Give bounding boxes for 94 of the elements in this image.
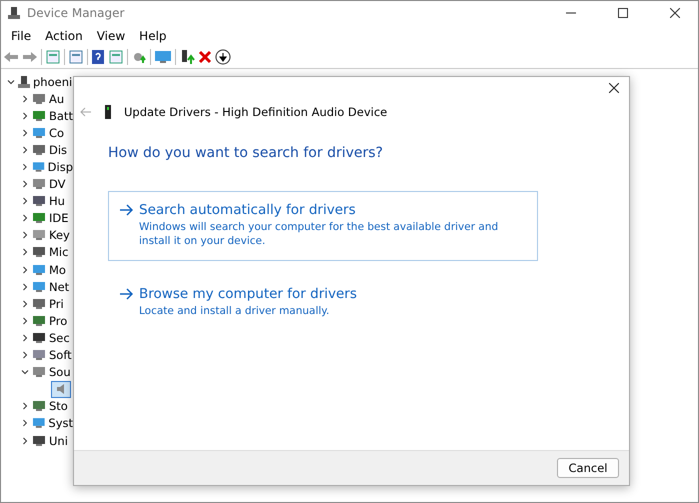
close-icon[interactable]: [670, 8, 680, 18]
close-icon[interactable]: [609, 83, 619, 93]
tree-item[interactable]: Pro: [49, 314, 68, 328]
device-icon: [32, 417, 46, 430]
search-option[interactable]: Search automatically for drivers Windows will search your computer for the best available driver and install it on your device.: [108, 191, 538, 261]
menu-item[interactable]: File: [5, 26, 38, 44]
chevron-right-icon[interactable]: [21, 112, 29, 120]
tree-item[interactable]: Disp: [48, 160, 73, 174]
device-icon: [32, 332, 46, 344]
tree-item[interactable]: Sou: [49, 365, 71, 380]
menu-item[interactable]: Action: [39, 26, 89, 44]
chevron-right-icon[interactable]: [21, 231, 29, 240]
tree-item[interactable]: Hu: [49, 194, 65, 208]
tree-item[interactable]: Uni: [49, 434, 68, 448]
tree-item[interactable]: IDE: [49, 211, 69, 226]
chevron-right-icon[interactable]: [21, 266, 29, 274]
chevron-right-icon[interactable]: [21, 402, 29, 410]
chevron-right-icon[interactable]: [21, 197, 29, 206]
tree-item[interactable]: Net: [49, 280, 70, 294]
chevron-right-icon[interactable]: [21, 282, 29, 291]
tree-item[interactable]: Soft: [49, 348, 72, 362]
chevron-down-icon[interactable]: [21, 368, 29, 376]
chevron-right-icon[interactable]: [21, 180, 29, 188]
maximize-icon[interactable]: [618, 8, 628, 18]
search-option[interactable]: Browse my computer for drivers Locate and install a driver manually.: [108, 275, 538, 331]
dialog-title: Update Drivers - High Definition Audio Device: [124, 105, 388, 119]
cancel-button[interactable]: Cancel: [557, 458, 619, 478]
chevron-right-icon[interactable]: [21, 436, 29, 445]
arrow-icon: [119, 204, 133, 216]
device-icon: [32, 298, 46, 310]
tree-item[interactable]: DV: [49, 177, 66, 192]
speaker-icon[interactable]: [51, 380, 71, 398]
device-icon: [104, 105, 112, 119]
list-icon[interactable]: [68, 49, 84, 65]
tree-item[interactable]: Au: [49, 92, 64, 106]
option-description: Locate and install a driver manually.: [139, 304, 330, 318]
chevron-right-icon[interactable]: [21, 94, 29, 103]
tree-item[interactable]: Sec: [49, 330, 70, 345]
tree-item[interactable]: Dis: [49, 142, 68, 157]
option-description: Windows will search your computer for the best available driver and install it on your device.: [139, 220, 500, 248]
tree-item[interactable]: Syst: [48, 416, 73, 430]
chevron-right-icon[interactable]: [21, 248, 29, 256]
chevron-right-icon[interactable]: [21, 146, 29, 154]
remove-icon[interactable]: [198, 50, 212, 64]
device-icon: [32, 434, 46, 447]
tree-item[interactable]: Key: [49, 228, 70, 242]
back-arrow-icon[interactable]: [3, 50, 19, 64]
tree-item[interactable]: Batt: [49, 108, 73, 123]
device-icon: [32, 195, 46, 208]
chevron-right-icon[interactable]: [21, 351, 29, 360]
device-icon: [32, 92, 46, 105]
chevron-right-icon[interactable]: [21, 419, 29, 428]
menu-item[interactable]: Help: [133, 26, 173, 44]
window-icon[interactable]: [45, 49, 61, 65]
device-icon: [32, 246, 46, 258]
chevron-right-icon[interactable]: [21, 128, 29, 137]
device-icon: [32, 161, 45, 174]
menu-item[interactable]: View: [90, 26, 132, 44]
tree-item[interactable]: Mo: [49, 262, 66, 277]
device-icon: [32, 229, 46, 242]
device-icon: [32, 349, 46, 362]
chevron-right-icon[interactable]: [21, 214, 29, 222]
device-icon: [32, 126, 46, 139]
option-title: Browse my computer for drivers: [139, 286, 357, 302]
device-icon: [32, 212, 46, 224]
forward-arrow-icon[interactable]: [22, 50, 38, 64]
device-icon: [32, 314, 46, 327]
device-icon: [32, 178, 46, 190]
chevron-right-icon[interactable]: [21, 300, 29, 308]
download-icon[interactable]: [215, 49, 231, 65]
tree-item[interactable]: phoeni: [33, 74, 72, 89]
computer-icon: [18, 74, 30, 89]
tree-item[interactable]: Co: [49, 126, 64, 140]
device-icon: [32, 366, 46, 378]
device-icon: [32, 280, 46, 293]
dialog-heading: How do you want to search for drivers?: [108, 145, 384, 161]
help-icon[interactable]: [91, 49, 105, 65]
device-add-icon[interactable]: [179, 49, 195, 65]
option-title: Search automatically for drivers: [139, 202, 356, 218]
tree-item[interactable]: Pri: [49, 296, 64, 311]
chevron-right-icon[interactable]: [21, 316, 29, 325]
device-icon: [32, 144, 46, 156]
monitor-icon[interactable]: [154, 49, 172, 65]
chevron-down-icon[interactable]: [7, 78, 15, 86]
chevron-right-icon[interactable]: [21, 334, 29, 342]
device-icon: [32, 264, 46, 276]
arrow-icon: [119, 288, 133, 300]
tree-item[interactable]: Mic: [49, 245, 68, 260]
chevron-right-icon[interactable]: [21, 163, 29, 172]
device-icon: [32, 400, 46, 412]
device-icon: [32, 110, 46, 122]
computer-icon: [7, 6, 21, 20]
window-title: Device Manager: [27, 6, 126, 20]
tree-item[interactable]: Sto: [49, 399, 68, 414]
